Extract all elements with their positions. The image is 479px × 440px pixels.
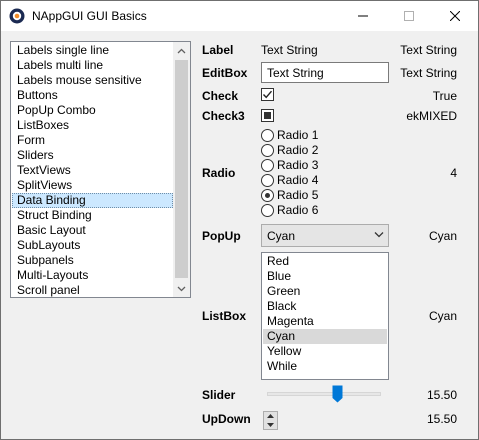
radio-option-label: Radio 5 <box>277 188 319 202</box>
radio-option[interactable]: Radio 4 <box>261 173 351 188</box>
scroll-thumb[interactable] <box>175 60 188 278</box>
check3-label: Check3 <box>202 109 245 123</box>
list-item[interactable]: Form <box>12 133 173 148</box>
maximize-button[interactable] <box>386 1 432 31</box>
listbox-item[interactable]: While <box>263 359 387 374</box>
label-label: Label <box>202 43 234 57</box>
label-value: Text String <box>261 43 318 57</box>
radio-circle-icon <box>261 129 274 142</box>
radio-selected-dot-icon <box>265 193 270 198</box>
list-item[interactable]: SplitViews <box>12 178 173 193</box>
listbox-item[interactable]: Black <box>263 299 387 314</box>
list-item[interactable]: Sliders <box>12 148 173 163</box>
list-item[interactable]: Scroll panel <box>12 283 173 297</box>
listbox-item-selected[interactable]: Cyan <box>263 329 387 344</box>
listbox-item[interactable]: Green <box>263 284 387 299</box>
radio-option-label: Radio 1 <box>277 128 319 142</box>
listbox-label: ListBox <box>202 309 247 323</box>
radio-option-label: Radio 6 <box>277 203 319 217</box>
slider-thumb[interactable] <box>332 385 343 403</box>
scroll-up-button[interactable] <box>173 42 190 59</box>
list-item-selected[interactable]: Data Binding <box>12 193 173 208</box>
slider-result: 15.50 <box>426 388 457 402</box>
chevron-up-icon <box>177 48 186 53</box>
listbox-result: Cyan <box>428 309 457 323</box>
radio-option-label: Radio 3 <box>277 158 319 172</box>
radio-label: Radio <box>202 166 236 180</box>
demo-list[interactable]: Labels single line Labels multi line Lab… <box>10 41 191 298</box>
list-item[interactable]: Multi-Layouts <box>12 268 173 283</box>
title-bar[interactable]: NAppGUI GUI Basics <box>1 1 478 31</box>
list-item[interactable]: Labels multi line <box>12 58 173 73</box>
listbox-item[interactable]: Yellow <box>263 344 387 359</box>
check3-checkbox[interactable] <box>261 109 274 122</box>
app-window: NAppGUI GUI Basics Labels single line La… <box>0 0 479 440</box>
check-label: Check <box>202 89 239 103</box>
radio-option[interactable]: Radio 1 <box>261 128 351 143</box>
arrow-up-icon <box>267 414 274 418</box>
check-result: True <box>432 89 457 103</box>
vertical-scrollbar[interactable] <box>173 42 190 297</box>
check-checkbox[interactable] <box>261 88 274 101</box>
window-title: NAppGUI GUI Basics <box>32 9 147 23</box>
step-down-button[interactable] <box>264 421 277 429</box>
scroll-down-button[interactable] <box>173 280 190 297</box>
listbox-item[interactable]: Magenta <box>263 314 387 329</box>
list-item[interactable]: Struct Binding <box>12 208 173 223</box>
radio-option-selected[interactable]: Radio 5 <box>261 188 351 203</box>
close-button[interactable] <box>432 1 478 31</box>
list-item[interactable]: Basic Layout <box>12 223 173 238</box>
minimize-button[interactable] <box>340 1 386 31</box>
close-icon <box>450 11 460 21</box>
list-item[interactable]: Labels single line <box>12 43 173 58</box>
popup-select[interactable]: Cyan <box>261 224 389 247</box>
radio-option[interactable]: Radio 6 <box>261 203 351 218</box>
label-result: Text String <box>400 43 457 57</box>
listbox-item[interactable]: Red <box>263 254 387 269</box>
radio-circle-icon <box>261 204 274 217</box>
radio-option[interactable]: Radio 3 <box>261 158 351 173</box>
check3-result: ekMIXED <box>406 109 457 123</box>
radio-circle-icon <box>261 174 274 187</box>
updown-label: UpDown <box>202 412 251 426</box>
radio-option-label: Radio 2 <box>277 143 319 157</box>
mixed-state-icon <box>264 112 271 119</box>
popup-selected-value: Cyan <box>267 229 296 243</box>
radio-option-label: Radio 4 <box>277 173 319 187</box>
step-up-button[interactable] <box>264 412 277 420</box>
radio-circle-icon <box>261 189 274 202</box>
popup-result: Cyan <box>428 229 457 243</box>
list-item[interactable]: Subpanels <box>12 253 173 268</box>
list-item[interactable]: TextViews <box>12 163 173 178</box>
updown-result: 15.50 <box>426 412 457 426</box>
list-item[interactable]: Labels mouse sensitive <box>12 73 173 88</box>
radio-circle-icon <box>261 144 274 157</box>
chevron-down-icon <box>177 286 186 291</box>
arrow-down-icon <box>267 423 274 427</box>
popup-label: PopUp <box>202 229 241 243</box>
list-item[interactable]: PopUp Combo <box>12 103 173 118</box>
editbox-text: Text String <box>267 66 324 80</box>
radio-option[interactable]: Radio 2 <box>261 143 351 158</box>
list-item[interactable]: ListBoxes <box>12 118 173 133</box>
updown-stepper[interactable] <box>263 411 278 430</box>
slider-label: Slider <box>202 388 236 402</box>
slider-track <box>267 392 381 396</box>
list-item[interactable]: Buttons <box>12 88 173 103</box>
editbox-input[interactable]: Text String <box>261 62 389 83</box>
radio-result: 4 <box>450 166 457 180</box>
editbox-label: EditBox <box>202 66 248 80</box>
editbox-result: Text String <box>400 66 457 80</box>
minimize-icon <box>358 15 368 17</box>
value-slider[interactable] <box>263 384 385 404</box>
listbox-item[interactable]: Blue <box>263 269 387 284</box>
app-logo-icon <box>9 8 25 24</box>
list-item[interactable]: SubLayouts <box>12 238 173 253</box>
color-listbox[interactable]: Red Blue Green Black Magenta Cyan Yellow… <box>261 252 389 380</box>
checkmark-icon <box>262 90 273 99</box>
maximize-icon <box>404 11 414 21</box>
radio-circle-icon <box>261 159 274 172</box>
